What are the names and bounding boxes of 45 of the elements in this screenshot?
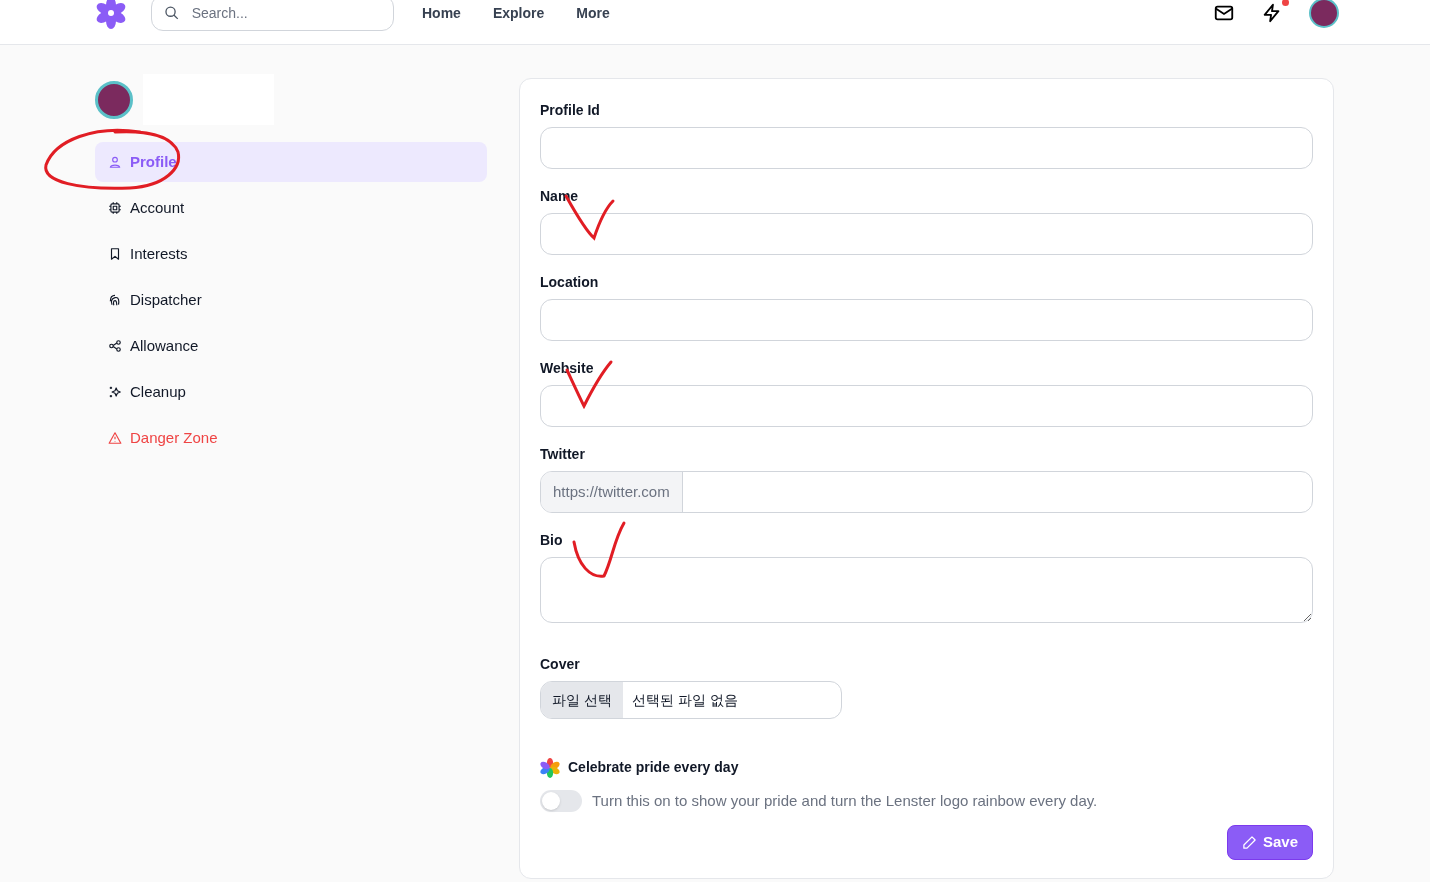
- sidebar-item[interactable]: Interests: [95, 234, 487, 274]
- fingerprint-icon: [108, 293, 122, 307]
- checkmark-annotation: [572, 521, 626, 578]
- input-field[interactable]: [540, 213, 1313, 255]
- warning-icon: [108, 431, 122, 445]
- pride-toggle[interactable]: [540, 790, 582, 813]
- sidebar-item[interactable]: Danger Zone: [95, 418, 487, 458]
- nav-link[interactable]: Home: [410, 0, 473, 30]
- avatar: [95, 80, 133, 119]
- sidebar-item[interactable]: Allowance: [95, 326, 487, 366]
- choose-file-button[interactable]: 파일 선택: [541, 682, 623, 718]
- field-label: Website: [540, 359, 595, 377]
- sidebar-item[interactable]: Dispatcher: [95, 280, 487, 320]
- input-field[interactable]: [540, 299, 1313, 341]
- sidebar-item[interactable]: Profile: [95, 142, 487, 182]
- input-field[interactable]: [540, 127, 1313, 169]
- chip-icon: [108, 201, 122, 215]
- flower-logo-icon[interactable]: [95, 0, 127, 29]
- field-label: Name: [540, 187, 580, 205]
- file-status: 선택된 파일 없음: [630, 690, 739, 710]
- bookmark-icon: [108, 247, 122, 261]
- save-button[interactable]: Save: [1226, 824, 1313, 860]
- field-label: Profile Id: [540, 101, 601, 119]
- search-field[interactable]: Search...: [151, 0, 394, 31]
- field-label: Location: [540, 273, 600, 291]
- text-area[interactable]: [540, 557, 1313, 623]
- pride-title: Celebrate pride every day: [568, 758, 739, 777]
- input-field[interactable]: [540, 385, 1313, 427]
- sparkle-icon: [108, 385, 122, 399]
- field-label: Twitter: [540, 445, 586, 463]
- nav-link[interactable]: Explore: [480, 0, 557, 30]
- field-label: Cover: [540, 655, 581, 673]
- search-icon: [164, 4, 180, 22]
- rainbow-flower-icon: [540, 757, 560, 778]
- pride-description: Turn this on to show your pride and turn the Lenster logo rainbow every day.: [592, 791, 1098, 811]
- sidebar-item[interactable]: Account: [95, 188, 487, 228]
- avatar[interactable]: [1309, 0, 1339, 28]
- field-label: Bio: [540, 531, 564, 549]
- share-icon: [108, 339, 122, 353]
- nav-link[interactable]: More: [564, 0, 622, 30]
- file-field[interactable]: 파일 선택 선택된 파일 없음: [540, 681, 842, 719]
- sidebar-item[interactable]: Cleanup: [95, 372, 487, 412]
- pencil-icon: [1241, 834, 1257, 850]
- person-icon: [108, 155, 122, 169]
- search-input[interactable]: Search...: [191, 2, 381, 24]
